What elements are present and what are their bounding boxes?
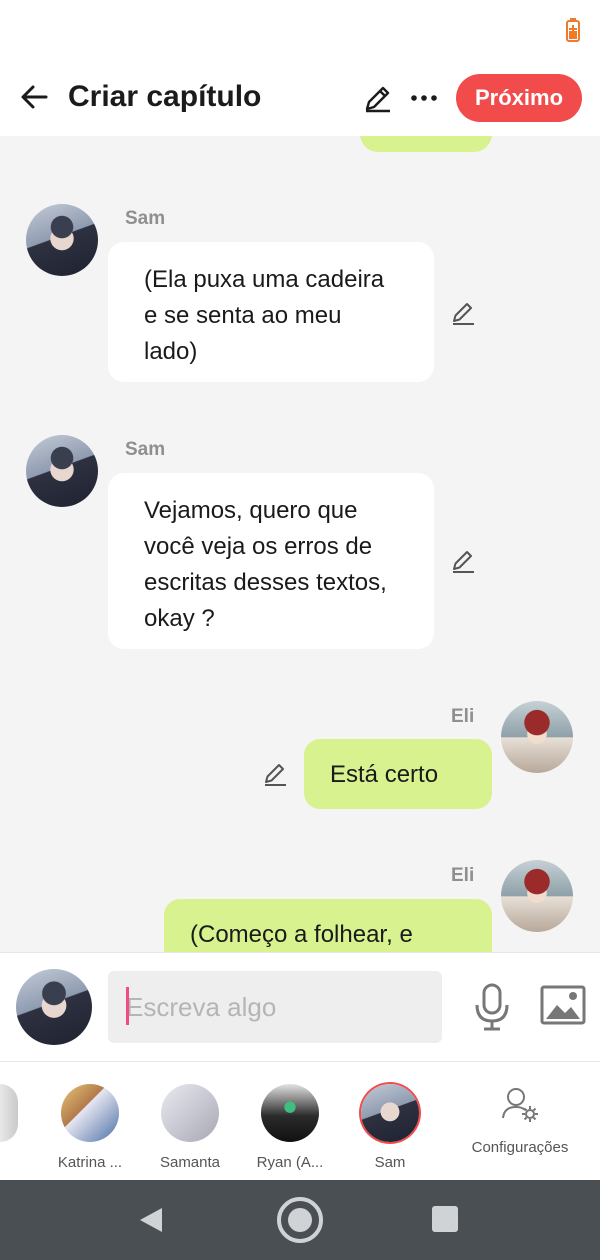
status-bar	[0, 0, 600, 60]
character-avatar	[61, 1084, 119, 1142]
sender-name: Sam	[125, 208, 166, 229]
character-avatar	[161, 1084, 219, 1142]
user-settings-icon	[502, 1088, 538, 1122]
nav-home-icon[interactable]	[276, 1196, 324, 1244]
character-avatar	[361, 1084, 419, 1142]
character-label: Ryan (A...	[256, 1154, 324, 1171]
sender-name: Eli	[451, 706, 475, 727]
edit-message-icon[interactable]	[450, 300, 476, 326]
avatar-eli[interactable]	[501, 701, 573, 773]
character-label: Sam	[374, 1154, 406, 1171]
nav-back-icon[interactable]	[138, 1206, 164, 1234]
character-item-selected[interactable]: Sam	[340, 1084, 440, 1171]
message-bubble[interactable]: (Ela puxa uma cadeira e se senta ao meu …	[108, 242, 434, 382]
text-cursor	[126, 987, 129, 1025]
message-bubble[interactable]: Vejamos, quero que você veja os erros de…	[108, 473, 434, 649]
character-item-partial[interactable]	[0, 1084, 20, 1142]
character-item[interactable]: Katrina ...	[40, 1084, 140, 1171]
message-bubble[interactable]: Está certo	[304, 739, 492, 809]
message-composer	[0, 952, 600, 1062]
sender-name: Sam	[125, 439, 166, 460]
sender-name: Eli	[451, 865, 475, 886]
more-options-icon[interactable]	[408, 82, 440, 114]
back-arrow-icon[interactable]	[18, 80, 52, 114]
avatar-sam[interactable]	[26, 435, 98, 507]
selected-character-avatar[interactable]	[16, 969, 92, 1045]
nav-recent-apps-icon[interactable]	[432, 1206, 458, 1232]
character-selector: Katrina ... Samanta Ryan (A... Sam Confi…	[0, 1062, 600, 1180]
image-icon[interactable]	[540, 985, 586, 1025]
settings-label: Configurações	[471, 1139, 569, 1156]
edit-pencil-icon[interactable]	[362, 82, 394, 114]
edit-message-icon[interactable]	[262, 761, 288, 787]
character-label: Samanta	[159, 1154, 221, 1171]
system-navigation-bar	[0, 1180, 600, 1260]
character-item[interactable]: Samanta	[140, 1084, 240, 1171]
avatar-sam[interactable]	[26, 204, 98, 276]
chat-area[interactable]: Sam (Ela puxa uma cadeira e se senta ao …	[0, 136, 600, 952]
character-avatar	[261, 1084, 319, 1142]
edit-message-icon[interactable]	[450, 548, 476, 574]
character-label: Katrina ...	[57, 1154, 123, 1171]
app-header: Criar capítulo Próximo	[0, 60, 600, 136]
page-title: Criar capítulo	[68, 80, 262, 113]
message-input[interactable]	[108, 971, 442, 1043]
settings-button[interactable]: Configurações	[470, 1084, 570, 1156]
message-bubble[interactable]: (Começo a folhear, e	[164, 899, 492, 952]
battery-charging-icon	[566, 18, 580, 42]
next-button[interactable]: Próximo	[456, 74, 582, 122]
character-item[interactable]: Ryan (A...	[240, 1084, 340, 1171]
microphone-icon[interactable]	[472, 983, 512, 1031]
avatar-eli[interactable]	[501, 860, 573, 932]
message-bubble-partial	[360, 136, 492, 152]
